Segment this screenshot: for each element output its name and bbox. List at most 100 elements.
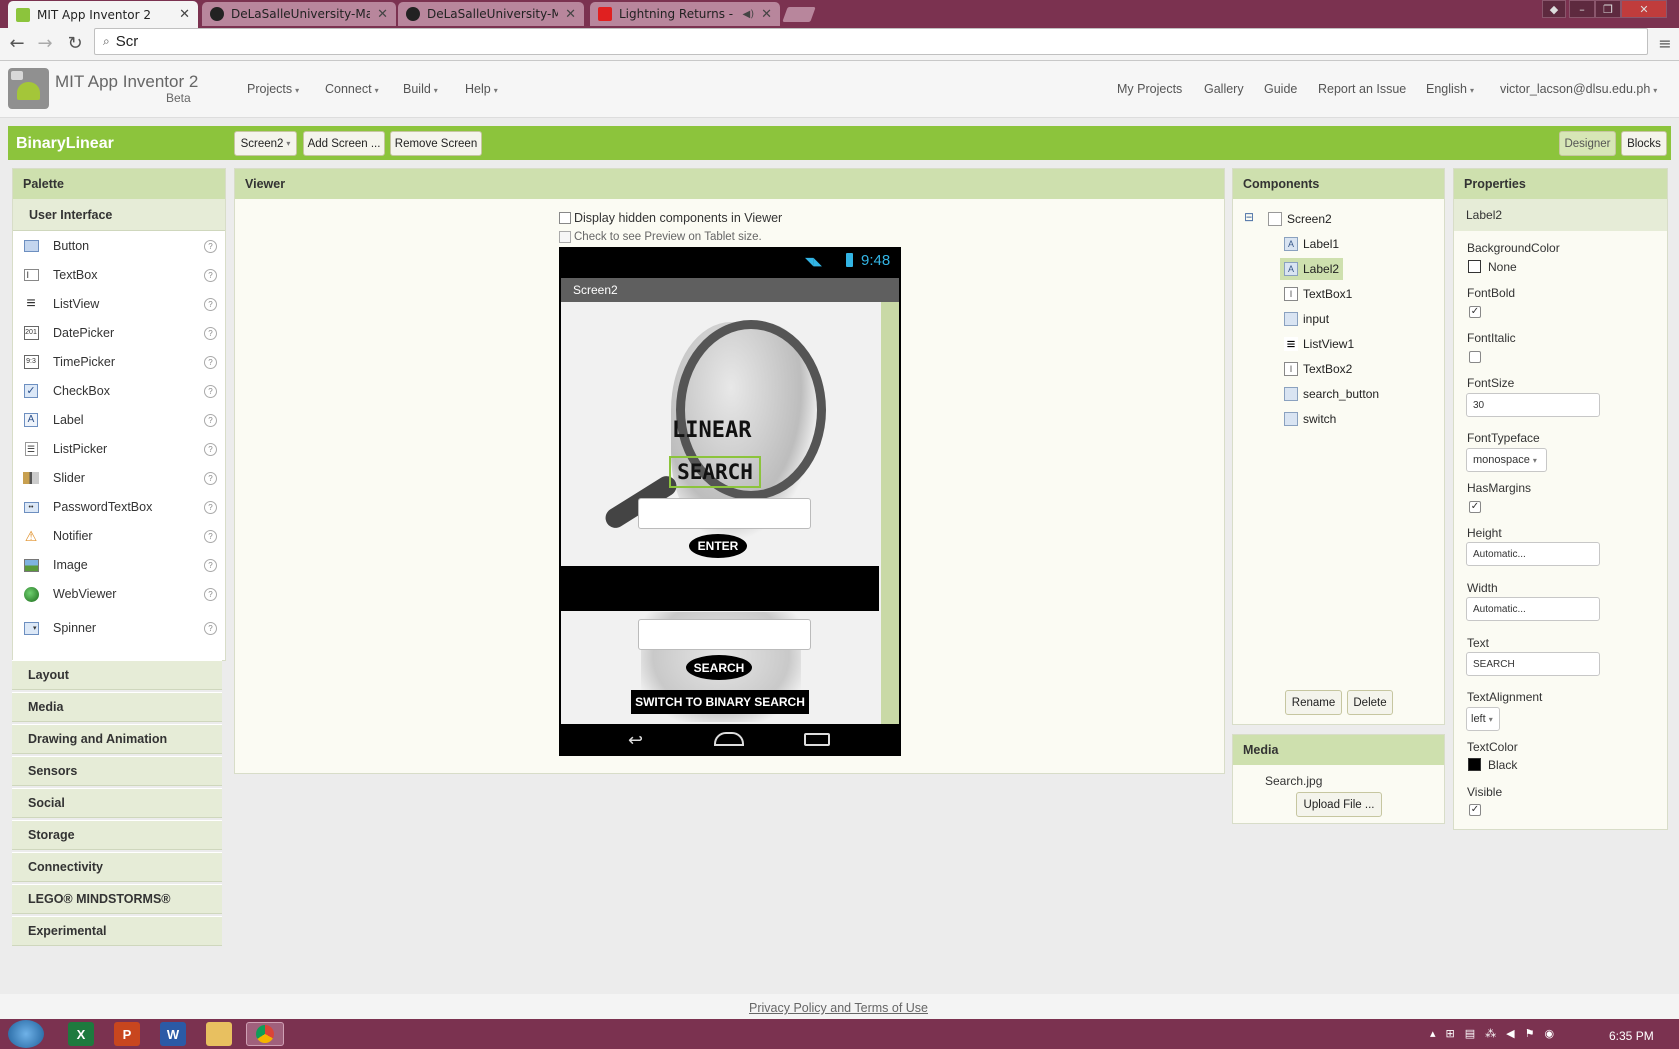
enter-button[interactable]: ENTER [689,534,747,558]
menu-projects[interactable]: Projects ▾ [247,82,299,96]
tree-node-screen2[interactable]: Screen2 [1268,208,1332,230]
link-guide[interactable]: Guide [1264,82,1297,96]
hidden-components-option[interactable]: Display hidden components in Viewer [559,211,782,225]
help-icon[interactable]: ? [204,587,217,601]
upload-file-button[interactable]: Upload File ... [1296,792,1382,817]
menu-connect[interactable]: Connect ▾ [325,82,379,96]
backgroundcolor-value[interactable]: None [1488,260,1517,274]
screen-select[interactable]: Screen2 ▾ [234,131,297,156]
help-icon[interactable]: ? [204,471,217,485]
width-input[interactable]: Automatic... [1466,597,1600,621]
tab-app-inventor[interactable]: MIT App Inventor 2 ✕ [8,1,198,28]
palette-item-checkbox[interactable]: ✓ CheckBox? [13,378,223,404]
menu-help[interactable]: Help ▾ [465,82,498,96]
listview-box[interactable] [561,566,879,611]
help-icon[interactable]: ? [204,529,217,543]
excel-icon[interactable]: X [68,1022,94,1046]
tree-node-textbox1[interactable]: I TextBox1 [1284,283,1352,305]
palette-item-textbox[interactable]: I TextBox? [13,262,223,288]
link-my-projects[interactable]: My Projects [1117,82,1182,96]
delete-button[interactable]: Delete [1347,690,1393,715]
file-explorer-icon[interactable] [206,1022,232,1046]
height-input[interactable]: Automatic... [1466,542,1600,566]
maximize-icon[interactable]: ❐ [1595,0,1621,18]
add-screen-button[interactable]: Add Screen ... [303,131,385,156]
help-icon[interactable]: ? [204,239,217,253]
tab-github-2[interactable]: DeLaSalleUniversity-Manil ✕ [398,2,584,26]
category-social[interactable]: Social [12,788,222,818]
close-tab-icon[interactable]: ✕ [761,7,772,22]
help-icon[interactable]: ? [204,413,217,427]
help-icon[interactable]: ? [204,384,217,398]
help-icon[interactable]: ? [204,355,217,369]
menu-icon[interactable]: ≡ [1654,32,1676,54]
powerpoint-icon[interactable]: P [114,1022,140,1046]
help-icon[interactable]: ? [204,268,217,282]
tree-node-search-button[interactable]: search_button [1284,383,1379,405]
textbox-input-2[interactable] [638,619,811,650]
help-icon[interactable]: ? [204,326,217,340]
switch-button[interactable]: SWITCH TO BINARY SEARCH [631,690,809,714]
media-file[interactable]: Search.jpg [1265,774,1322,788]
blocks-button[interactable]: Blocks [1621,131,1667,156]
designer-button[interactable]: Designer [1559,131,1616,156]
palette-item-webviewer[interactable]: WebViewer? [13,581,223,607]
category-storage[interactable]: Storage [12,820,222,850]
tree-node-input[interactable]: input [1284,308,1329,330]
textcolor-swatch[interactable] [1468,758,1481,771]
palette-item-timepicker[interactable]: 9:3 TimePicker? [13,349,223,375]
tree-node-textbox2[interactable]: I TextBox2 [1284,358,1352,380]
menu-build[interactable]: Build ▾ [403,82,438,96]
address-bar[interactable]: ⌕ Scr [94,28,1648,55]
category-media[interactable]: Media [12,692,222,722]
category-sensors[interactable]: Sensors [12,756,222,786]
close-tab-icon[interactable]: ✕ [565,7,576,22]
new-tab-button[interactable] [782,7,816,22]
hasmargins-checkbox[interactable]: ✓ [1469,501,1481,513]
collapse-tree-icon[interactable]: ⊟ [1244,210,1254,224]
palette-item-passwordtextbox[interactable]: •• PasswordTextBox? [13,494,223,520]
user-profile-icon[interactable]: ◆ [1542,0,1566,18]
textcolor-value[interactable]: Black [1488,758,1517,772]
palette-item-notifier[interactable]: ⚠ Notifier? [13,523,223,549]
word-icon[interactable]: W [160,1022,186,1046]
textbox-input-1[interactable] [638,498,811,529]
label-linear[interactable]: LINEAR [672,418,751,443]
rename-button[interactable]: Rename [1285,690,1342,715]
palette-item-image[interactable]: Image? [13,552,223,578]
tree-node-label1[interactable]: A Label1 [1284,233,1339,255]
category-lego-mindstorms[interactable]: LEGO® MINDSTORMS® [12,884,222,914]
close-tab-icon[interactable]: ✕ [179,7,190,22]
palette-item-listpicker[interactable]: ☰ ListPicker? [13,436,223,462]
category-drawing-animation[interactable]: Drawing and Animation [12,724,222,754]
system-tray-icons[interactable]: ▴⊞▤⁂◀⚑◉ [1430,1027,1564,1040]
textalignment-select[interactable]: left ▾ [1466,707,1500,731]
privacy-terms-link[interactable]: Privacy Policy and Terms of Use [749,1001,928,1015]
help-icon[interactable]: ? [204,558,217,572]
category-user-interface[interactable]: User Interface [13,199,225,231]
hidden-components-checkbox[interactable] [559,212,571,224]
link-gallery[interactable]: Gallery [1204,82,1244,96]
help-icon[interactable]: ? [204,621,217,635]
palette-item-listview[interactable]: ≡ ListView? [13,291,223,317]
tree-node-label2-selected[interactable]: A Label2 [1280,258,1344,280]
minimize-icon[interactable]: – [1569,0,1595,18]
tablet-preview-checkbox[interactable] [559,231,571,243]
app-inventor-logo[interactable] [8,68,49,109]
category-connectivity[interactable]: Connectivity [12,852,222,882]
category-layout[interactable]: Layout [12,660,222,690]
chrome-taskbar-icon[interactable] [246,1022,284,1046]
help-icon[interactable]: ? [204,500,217,514]
palette-item-datepicker[interactable]: 201 DatePicker? [13,320,223,346]
tab-github-1[interactable]: DeLaSalleUniversity-Manil ✕ [202,2,396,26]
palette-item-button[interactable]: Button? [13,233,223,259]
remove-screen-button[interactable]: Remove Screen [390,131,482,156]
back-icon[interactable]: ← [6,32,28,54]
reload-icon[interactable]: ↻ [64,32,86,54]
language-select[interactable]: English ▾ [1426,82,1474,96]
close-tab-icon[interactable]: ✕ [377,7,388,22]
tablet-preview-option[interactable]: Check to see Preview on Tablet size. [559,231,762,243]
backgroundcolor-swatch[interactable] [1468,260,1481,273]
palette-item-spinner[interactable]: ▾ Spinner? [13,615,223,641]
fontbold-checkbox[interactable]: ✓ [1469,306,1481,318]
